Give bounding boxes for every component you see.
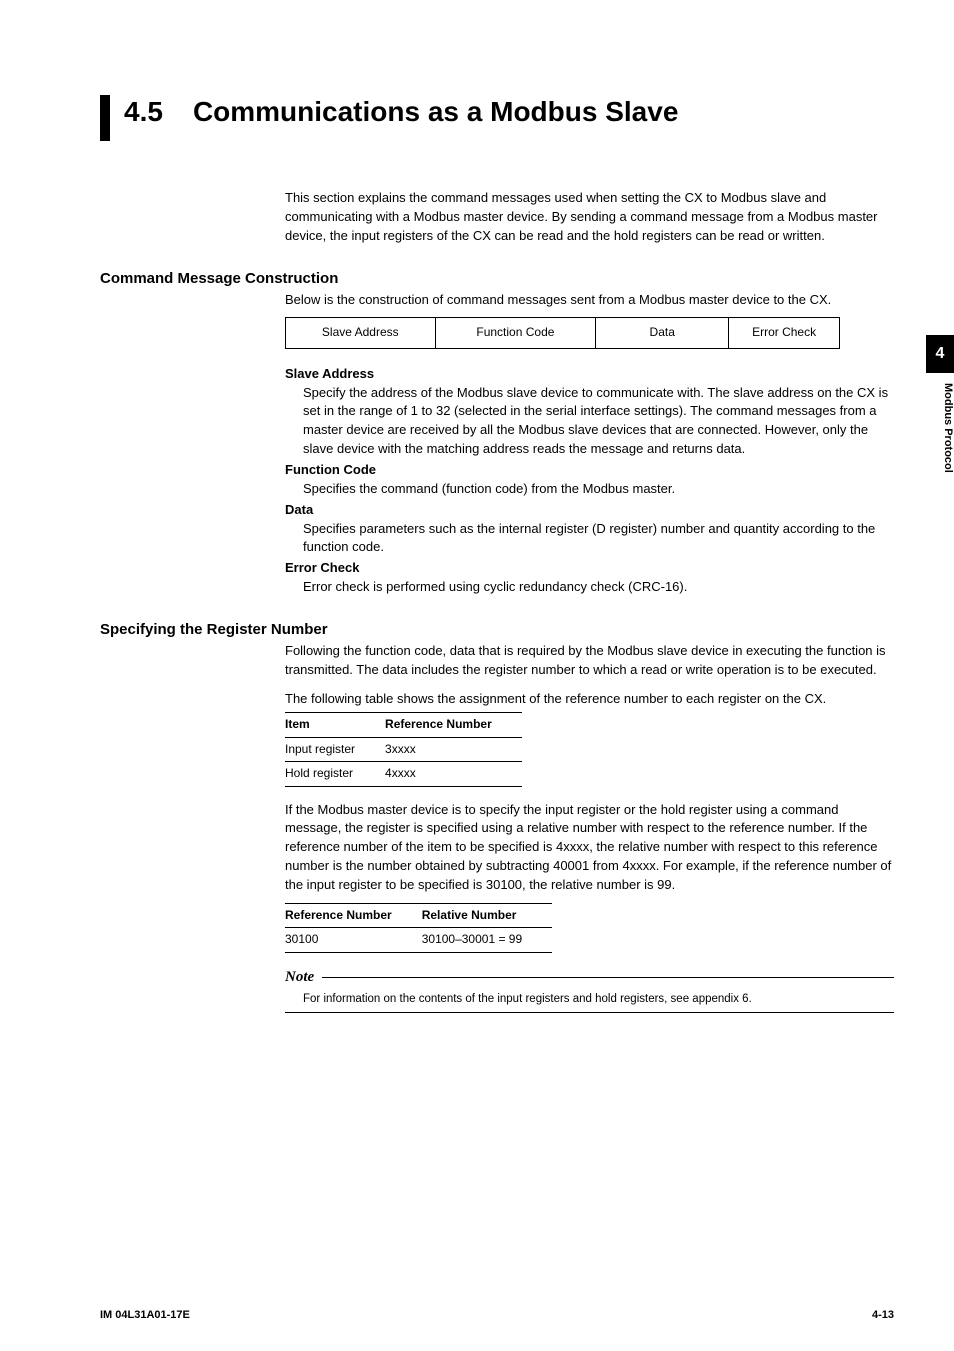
relative-number-table: Reference Number Relative Number 30100 3… <box>285 903 552 953</box>
subsection-heading: Command Message Construction <box>100 270 894 287</box>
subsection-heading: Specifying the Register Number <box>100 621 894 638</box>
table-header: Reference Number <box>385 713 522 737</box>
field-heading: Slave Address <box>285 365 894 384</box>
note-label: Note <box>285 967 314 989</box>
table-header: Relative Number <box>422 903 552 927</box>
table-cell: 3xxxx <box>385 737 522 761</box>
field-body: Error check is performed using cyclic re… <box>303 578 894 597</box>
paragraph: If the Modbus master device is to specif… <box>285 801 894 895</box>
note-block: Note <box>285 967 894 989</box>
field-body: Specify the address of the Modbus slave … <box>303 384 894 459</box>
msg-cell: Error Check <box>729 318 840 348</box>
table-header: Item <box>285 713 385 737</box>
paragraph: Following the function code, data that i… <box>285 642 894 680</box>
field-heading: Error Check <box>285 559 894 578</box>
msg-cell: Function Code <box>435 318 596 348</box>
note-rule <box>322 977 894 978</box>
field-body: Specifies the command (function code) fr… <box>303 480 894 499</box>
table-cell: 4xxxx <box>385 762 522 786</box>
title-accent-bar <box>100 95 110 141</box>
field-heading: Data <box>285 501 894 520</box>
table-cell: Input register <box>285 737 385 761</box>
message-structure-table: Slave Address Function Code Data Error C… <box>285 317 840 348</box>
table-cell: 30100 <box>285 928 422 952</box>
intro-paragraph: This section explains the command messag… <box>285 189 894 246</box>
table-cell: Hold register <box>285 762 385 786</box>
footer-right: 4-13 <box>872 1309 894 1321</box>
field-heading: Function Code <box>285 461 894 480</box>
msg-cell: Data <box>596 318 729 348</box>
table-cell: 30100–30001 = 99 <box>422 928 552 952</box>
msg-cell: Slave Address <box>286 318 436 348</box>
reference-number-table: Item Reference Number Input register 3xx… <box>285 712 522 786</box>
footer-left: IM 04L31A01-17E <box>100 1309 190 1321</box>
section-number: 4.5 <box>124 95 163 129</box>
section-heading: Communications as a Modbus Slave <box>193 95 678 129</box>
paragraph: The following table shows the assignment… <box>285 690 894 709</box>
section-title: 4.5 Communications as a Modbus Slave <box>100 95 894 141</box>
page-footer: IM 04L31A01-17E 4-13 <box>100 1309 894 1321</box>
table-header: Reference Number <box>285 903 422 927</box>
field-body: Specifies parameters such as the interna… <box>303 520 894 558</box>
subsection-lead: Below is the construction of command mes… <box>285 291 894 310</box>
note-bottom-rule <box>285 1012 894 1013</box>
note-body: For information on the contents of the i… <box>303 991 894 1008</box>
